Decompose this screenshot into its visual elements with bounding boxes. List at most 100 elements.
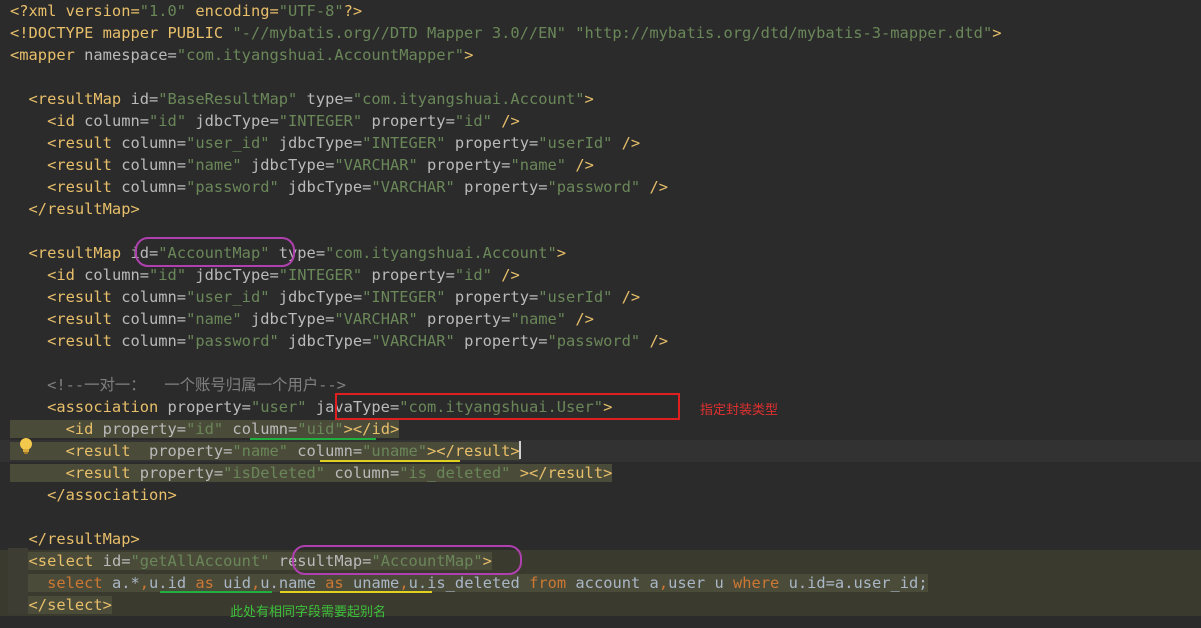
code-line[interactable]: <!--一对一： 一个账号归属一个用户-->	[0, 374, 1201, 396]
code-line[interactable]: <resultMap id="AccountMap" type="com.ity…	[0, 242, 1201, 264]
code-line[interactable]: <id column="id" jdbcType="INTEGER" prope…	[0, 110, 1201, 132]
code-token: "userId"	[538, 288, 613, 306]
code-token: "uname"	[362, 442, 428, 460]
code-token: "password"	[547, 332, 641, 350]
code-line[interactable]: </select>	[0, 594, 1201, 616]
code-editor[interactable]: <?xml version="1.0" encoding="UTF-8"?> <!…	[0, 0, 1201, 628]
code-token: jdbcType=	[186, 112, 279, 130]
code-line[interactable]: <result column="password" jdbcType="VARC…	[0, 330, 1201, 352]
code-line[interactable]: <result column="name" jdbcType="VARCHAR"…	[0, 154, 1201, 176]
code-line[interactable]	[0, 66, 1201, 88]
code-line-text: <result column="name" jdbcType="VARCHAR"…	[10, 154, 594, 176]
code-token: ></result>	[427, 442, 520, 460]
code-line-text: <resultMap id="AccountMap" type="com.ity…	[10, 242, 567, 264]
code-line-text: <result property="name" column="uname"><…	[10, 440, 520, 462]
text-caret	[519, 441, 521, 459]
code-token: ,	[139, 574, 150, 592]
code-token: "uid"	[297, 420, 344, 438]
code-token: <!DOCTYPE mapper PUBLIC	[10, 24, 233, 42]
code-token: ></id>	[343, 420, 400, 438]
code-token: jdbcType=	[241, 310, 335, 328]
code-token: >	[992, 24, 1002, 42]
code-line[interactable]: </association>	[0, 484, 1201, 506]
code-line-text: <association property="user" javaType="c…	[10, 396, 612, 418]
code-token: u.is_deleted	[408, 574, 530, 592]
code-line-text: <result property="isDeleted" column="is_…	[10, 462, 613, 484]
code-token: />	[491, 112, 520, 130]
code-token: "com.ityangshuai.AccountMapper"	[176, 46, 465, 64]
code-line[interactable]: </resultMap>	[0, 198, 1201, 220]
java-type-note: 指定封装类型	[700, 403, 779, 418]
code-token: column=	[288, 442, 363, 460]
code-line[interactable]: <result property="isDeleted" column="is_…	[0, 462, 1201, 484]
code-token: <id	[10, 420, 103, 438]
code-token: "password"	[547, 178, 641, 196]
code-line[interactable]: <result column="user_id" jdbcType="INTEG…	[0, 286, 1201, 308]
code-line[interactable]: <id column="id" jdbcType="INTEGER" prope…	[0, 264, 1201, 286]
code-token: javaType=	[306, 398, 400, 416]
code-token: jdbcType=	[278, 178, 372, 196]
code-token: <id	[10, 266, 85, 284]
code-line[interactable]: <id property="id" column="uid"></id>	[0, 418, 1201, 440]
code-token: jdbcType=	[269, 134, 363, 152]
code-token: property=	[167, 398, 251, 416]
code-token: "password"	[186, 178, 279, 196]
code-token: "INTEGER"	[278, 266, 363, 284]
code-line-text: <!--一对一： 一个账号归属一个用户-->	[10, 374, 346, 396]
code-line[interactable]: <result property="name" column="uname"><…	[0, 440, 1201, 462]
lightbulb-icon[interactable]	[18, 437, 34, 455]
code-token: "isDeleted"	[223, 464, 326, 482]
code-token: "id"	[454, 266, 492, 284]
code-line[interactable]: <?xml version="1.0" encoding="UTF-8"?>	[0, 0, 1201, 22]
code-token: property=	[454, 178, 548, 196]
code-token: "AccountMap"	[371, 552, 483, 570]
code-token: property=	[445, 134, 539, 152]
code-line[interactable]	[0, 352, 1201, 374]
code-line[interactable]	[0, 506, 1201, 528]
code-token: </resultMap>	[10, 530, 140, 548]
code-line[interactable]: <resultMap id="BaseResultMap" type="com.…	[0, 88, 1201, 110]
code-token: from	[529, 574, 576, 592]
code-token: ></result>	[510, 464, 613, 482]
code-token: "INTEGER"	[362, 288, 446, 306]
code-line[interactable]	[0, 220, 1201, 242]
code-token: u.id	[149, 574, 196, 592]
code-token: "getAllAccount"	[130, 552, 270, 570]
code-token: jdbcType=	[186, 266, 279, 284]
code-token: encoding=	[186, 2, 279, 20]
code-token: "VARCHAR"	[334, 310, 418, 328]
code-line-text: </resultMap>	[10, 198, 140, 220]
code-token: >	[556, 244, 567, 262]
code-token: />	[640, 332, 668, 350]
code-line[interactable]: <result column="password" jdbcType="VARC…	[0, 176, 1201, 198]
code-token: u.id=a.user_id;	[788, 574, 928, 592]
code-token: column=	[84, 112, 150, 130]
code-token: "user_id"	[186, 134, 270, 152]
code-line[interactable]: </resultMap>	[0, 528, 1201, 550]
code-line[interactable]: <result column="name" jdbcType="VARCHAR"…	[0, 308, 1201, 330]
code-line[interactable]: <association property="user" javaType="c…	[0, 396, 1201, 418]
code-line[interactable]: <result column="user_id" jdbcType="INTEG…	[0, 132, 1201, 154]
code-token: <result	[10, 310, 122, 328]
code-token: "BaseResultMap"	[158, 90, 298, 108]
code-token: ,	[399, 574, 409, 592]
code-line-text: <result column="password" jdbcType="VARC…	[10, 176, 668, 198]
code-line[interactable]: <!DOCTYPE mapper PUBLIC "-//mybatis.org/…	[0, 22, 1201, 44]
code-line[interactable]: <select id="getAllAccount" resultMap="Ac…	[0, 550, 1201, 572]
code-token: "INTEGER"	[278, 112, 363, 130]
code-token: property=	[149, 442, 233, 460]
code-token: property=	[362, 112, 455, 130]
code-token: resultMap=	[269, 552, 372, 570]
code-token: column=	[84, 266, 150, 284]
code-token: uname	[352, 574, 400, 592]
code-token: "id"	[149, 112, 187, 130]
code-token: <result	[10, 464, 140, 482]
alias-note: 此处有相同字段需要起别名	[230, 605, 387, 620]
code-token: <mapper	[10, 46, 85, 64]
code-token: column=	[121, 134, 187, 152]
code-line[interactable]: select a.*,u.id as uid,u.name as uname,u…	[0, 572, 1201, 594]
code-token: "VARCHAR"	[334, 156, 418, 174]
code-token: "name"	[510, 156, 567, 174]
code-line[interactable]: <mapper namespace="com.ityangshuai.Accou…	[0, 44, 1201, 66]
code-token: property=	[102, 420, 187, 438]
